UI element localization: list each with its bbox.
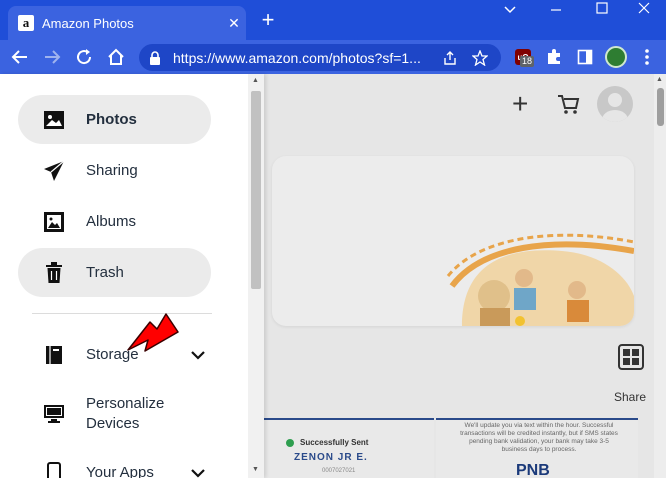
receipt-status: Successfully Sent — [300, 438, 369, 447]
sidebar-item-label: Trash — [86, 264, 124, 281]
sidebar-item-storage[interactable]: Storage — [18, 330, 211, 379]
storage-icon — [42, 343, 66, 367]
cart-icon[interactable] — [557, 92, 581, 116]
side-panel-icon[interactable] — [574, 46, 596, 68]
hero-banner — [272, 156, 634, 326]
close-window-button[interactable] — [622, 2, 666, 22]
account-avatar[interactable] — [597, 86, 633, 122]
tab-search-chevron-icon[interactable] — [488, 2, 532, 22]
page-scrollbar-thumb[interactable] — [657, 88, 664, 126]
tab-title: Amazon Photos — [42, 15, 134, 31]
sidebar-item-label: Photos — [86, 111, 137, 128]
sidebar-scrollbar[interactable]: ▲ ▼ — [248, 74, 264, 478]
sidebar-item-photos[interactable]: Photos — [18, 95, 211, 144]
pnb-logo: PNB — [516, 462, 550, 478]
photo-thumbnail-bank[interactable]: We'll update you via text within the hou… — [436, 418, 638, 478]
bookmark-star-icon[interactable] — [471, 49, 489, 67]
sidebar-item-trash[interactable]: Trash — [18, 248, 211, 297]
sidebar-item-albums[interactable]: Albums — [18, 197, 211, 246]
minimize-button[interactable] — [534, 2, 578, 22]
browser-toolbar: https://www.amazon.com/photos?sf=1... uO… — [0, 40, 666, 74]
phone-icon — [42, 461, 66, 478]
extensions-puzzle-icon[interactable] — [543, 46, 565, 68]
url-text: https://www.amazon.com/photos?sf=1... — [173, 49, 421, 66]
home-button[interactable] — [104, 45, 128, 69]
new-tab-button[interactable]: + — [256, 9, 280, 31]
sidebar-divider — [32, 313, 212, 314]
trash-icon — [42, 261, 66, 285]
sidebar-item-your-apps[interactable]: Your Apps — [18, 448, 211, 478]
ublock-extension-icon[interactable]: uO 18 — [512, 46, 535, 68]
sidebar-item-label: Sharing — [86, 162, 138, 179]
browser-menu-icon[interactable] — [636, 46, 658, 68]
chevron-down-icon[interactable] — [190, 465, 206, 478]
success-check-icon — [286, 438, 294, 447]
forward-button[interactable] — [40, 45, 64, 69]
sidebar-item-sharing[interactable]: Sharing — [18, 146, 211, 195]
hero-illustration — [446, 233, 634, 326]
lock-icon — [149, 50, 163, 65]
amazon-favicon-icon: a — [18, 15, 34, 31]
sidebar-item-label: Personalize Devices — [86, 395, 165, 432]
address-bar[interactable]: https://www.amazon.com/photos?sf=1... — [139, 44, 501, 71]
albums-icon — [42, 210, 66, 234]
paper-plane-icon — [42, 159, 66, 183]
browser-tab[interactable]: a Amazon Photos ✕ — [8, 6, 246, 40]
sidebar-scrollbar-thumb[interactable] — [251, 91, 261, 289]
photo-thumbnail-receipt[interactable]: Successfully Sent ZENON JR E. 0007027021 — [264, 418, 434, 478]
page-scrollbar[interactable]: ▲ — [654, 74, 666, 478]
photo-icon — [42, 108, 66, 132]
add-icon[interactable]: + — [512, 90, 528, 118]
browser-titlebar: a Amazon Photos ✕ + — [0, 0, 666, 40]
profile-avatar-icon[interactable] — [605, 46, 627, 68]
chevron-down-icon[interactable] — [190, 347, 206, 363]
reload-button[interactable] — [72, 45, 96, 69]
extension-badge: 18 — [520, 56, 535, 67]
sidebar-item-label: Your Apps — [86, 464, 154, 478]
sidebar-drawer: Photos Sharing Albums Trash Storage Pers… — [0, 74, 264, 478]
annotation-arrow-icon — [127, 313, 179, 352]
bank-notice-text: We'll update you via text within the hou… — [460, 422, 618, 453]
maximize-button[interactable] — [580, 2, 624, 22]
scroll-up-arrow-icon[interactable]: ▲ — [252, 77, 259, 84]
tab-close-icon[interactable]: ✕ — [222, 15, 246, 32]
back-button[interactable] — [8, 45, 32, 69]
grid-view-button[interactable] — [618, 344, 644, 370]
receipt-name: ZENON JR E. — [294, 452, 368, 463]
share-label[interactable]: Share — [614, 390, 646, 404]
share-page-icon[interactable] — [441, 49, 459, 67]
receipt-reference: 0007027021 — [322, 468, 356, 474]
sidebar-item-label: Albums — [86, 213, 137, 230]
scroll-down-arrow-icon[interactable]: ▼ — [252, 466, 259, 473]
monitor-icon — [42, 402, 66, 426]
scroll-up-arrow-icon[interactable]: ▲ — [656, 76, 663, 83]
page-header: + — [264, 74, 654, 134]
